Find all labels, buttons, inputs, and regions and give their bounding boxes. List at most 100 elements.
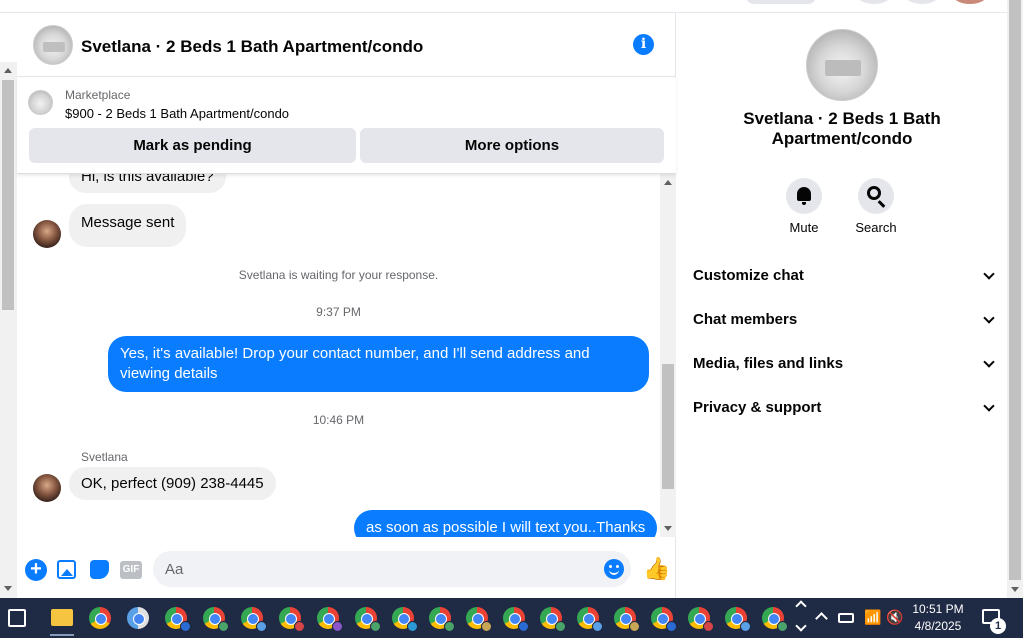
chrome-profile-icon[interactable]	[540, 607, 566, 632]
chrome-profile-icon[interactable]	[762, 607, 788, 632]
taskbar: 📶 🔇 10:51 PM 4/8/2025 1	[0, 598, 1023, 638]
section-media-files-links[interactable]: Media, files and links	[693, 352, 995, 376]
scroll-down-arrow-icon[interactable]	[664, 526, 672, 531]
clock-time: 10:51 PM	[912, 602, 964, 616]
chrome-profile-icon[interactable]	[355, 607, 381, 632]
listing-avatar[interactable]	[33, 25, 73, 65]
section-label: Media, files and links	[693, 355, 844, 372]
scroll-down-arrow-icon[interactable]	[1011, 587, 1019, 592]
svetlana-avatar[interactable]	[33, 474, 61, 502]
waiting-notice: Svetlana is waiting for your response.	[238, 268, 439, 282]
message-bubble-sent: Message sent	[69, 204, 187, 247]
chrome-profile-icon[interactable]	[241, 607, 267, 632]
message-bubble-outgoing: as soon as possible I will text you..Tha…	[354, 510, 658, 537]
emoji-icon[interactable]	[604, 559, 624, 579]
chrome-profile-icon[interactable]	[165, 607, 191, 632]
volume-icon[interactable]: 🔇	[886, 610, 903, 624]
page-scrollbar-left[interactable]	[0, 62, 17, 598]
chrome-profile-icon[interactable]	[392, 607, 418, 632]
scroll-down-arrow-icon[interactable]	[4, 586, 12, 591]
listing-price[interactable]: $900 - 2 Beds 1 Bath Apartment/condo	[65, 106, 289, 121]
chrome-profile-icon[interactable]	[651, 607, 677, 632]
sticker-icon[interactable]	[90, 560, 109, 579]
timestamp: 9:37 PM	[316, 305, 361, 319]
search-icon	[867, 186, 881, 200]
task-view-icon[interactable]	[8, 609, 26, 627]
plus-icon[interactable]: +	[25, 559, 47, 581]
chrome-profile-icon[interactable]	[688, 607, 714, 632]
svetlana-avatar[interactable]	[33, 220, 61, 248]
battery-icon[interactable]	[838, 613, 854, 623]
search-button[interactable]: Search	[846, 178, 906, 235]
chrome-profile-icon[interactable]	[614, 607, 640, 632]
chrome-profile-icon[interactable]	[317, 607, 343, 632]
section-customize-chat[interactable]: Customize chat	[693, 264, 995, 288]
wifi-icon[interactable]: 📶	[864, 610, 881, 624]
top-profile-avatar[interactable]	[953, 0, 987, 4]
composer: + GIF 👍	[17, 542, 676, 598]
scrollbar-thumb[interactable]	[662, 364, 674, 489]
message-list: Hi, is this available? Message sent Svet…	[17, 174, 660, 537]
top-menu-icon[interactable]	[857, 0, 891, 4]
bell-icon	[797, 187, 811, 205]
tray-overflow-chevron-icon[interactable]	[815, 612, 828, 625]
search-label: Search	[855, 220, 897, 235]
message-scrollbar[interactable]	[660, 174, 676, 537]
like-icon[interactable]: 👍	[643, 557, 670, 581]
top-strip	[0, 0, 1007, 13]
section-label: Customize chat	[693, 267, 804, 284]
file-explorer-icon[interactable]	[51, 609, 73, 626]
chrome-profile-icon[interactable]	[203, 607, 229, 632]
scrollbar-thumb[interactable]	[2, 80, 14, 310]
scrollbar-thumb[interactable]	[1009, 0, 1021, 580]
top-notifications-icon[interactable]	[905, 0, 939, 4]
chrome-profile-icon[interactable]	[577, 607, 603, 632]
clock[interactable]: 10:51 PM 4/8/2025	[905, 601, 971, 635]
chat-title[interactable]: Svetlana · 2 Beds 1 Bath Apartment/condo	[81, 37, 423, 57]
chevron-down-icon	[983, 400, 995, 412]
taskbar-scroll-down-icon[interactable]	[795, 620, 807, 632]
section-label: Chat members	[693, 311, 798, 328]
page-scrollbar-right[interactable]	[1007, 0, 1023, 598]
chat-pane: Svetlana · 2 Beds 1 Bath Apartment/condo…	[17, 13, 676, 598]
chrome-icon[interactable]	[89, 607, 111, 629]
chat-header: Svetlana · 2 Beds 1 Bath Apartment/condo…	[17, 13, 676, 77]
scroll-up-arrow-icon[interactable]	[664, 180, 672, 185]
notification-count-badge: 1	[990, 618, 1006, 634]
section-chat-members[interactable]: Chat members	[693, 308, 995, 332]
search-circle[interactable]	[858, 178, 894, 214]
chevron-down-icon	[983, 268, 995, 280]
clock-date: 4/8/2025	[914, 619, 962, 633]
mute-label: Mute	[789, 220, 819, 235]
taskbar-scroll-up-icon[interactable]	[795, 600, 807, 612]
listing-avatar-large[interactable]	[806, 29, 878, 101]
chat-info-panel: Svetlana · 2 Beds 1 Bath Apartment/condo…	[677, 13, 1007, 598]
chrome-profile-icon[interactable]	[725, 607, 751, 632]
mute-circle[interactable]	[786, 178, 822, 214]
chrome-profile-icon[interactable]	[503, 607, 529, 632]
message-bubble-partial: Hi, is this available?	[69, 174, 226, 193]
chrome-profile-icon[interactable]	[466, 607, 492, 632]
message-input-box[interactable]	[153, 551, 631, 587]
active-indicator	[50, 634, 74, 636]
top-search-pill[interactable]	[746, 0, 816, 4]
marketplace-label: Marketplace	[65, 88, 131, 102]
timestamp: 10:46 PM	[312, 413, 365, 427]
section-privacy-support[interactable]: Privacy & support	[693, 396, 995, 420]
chrome-profile-icon[interactable]	[429, 607, 455, 632]
chevron-down-icon	[983, 312, 995, 324]
message-input[interactable]	[165, 551, 585, 587]
gif-icon[interactable]: GIF	[120, 561, 142, 579]
scroll-up-arrow-icon[interactable]	[4, 68, 12, 73]
mute-button[interactable]: Mute	[774, 178, 834, 235]
chrome-profile-icon[interactable]	[279, 607, 305, 632]
photo-icon[interactable]	[57, 560, 76, 579]
paint-icon[interactable]	[127, 607, 149, 629]
section-label: Privacy & support	[693, 399, 822, 416]
listing-thumbnail[interactable]	[28, 90, 53, 115]
chevron-down-icon	[983, 356, 995, 368]
more-options-button[interactable]: More options	[360, 128, 664, 163]
mark-as-pending-button[interactable]: Mark as pending	[29, 128, 356, 163]
marketplace-bar: Marketplace $900 - 2 Beds 1 Bath Apartme…	[17, 78, 676, 174]
info-icon[interactable]: i	[633, 34, 654, 55]
